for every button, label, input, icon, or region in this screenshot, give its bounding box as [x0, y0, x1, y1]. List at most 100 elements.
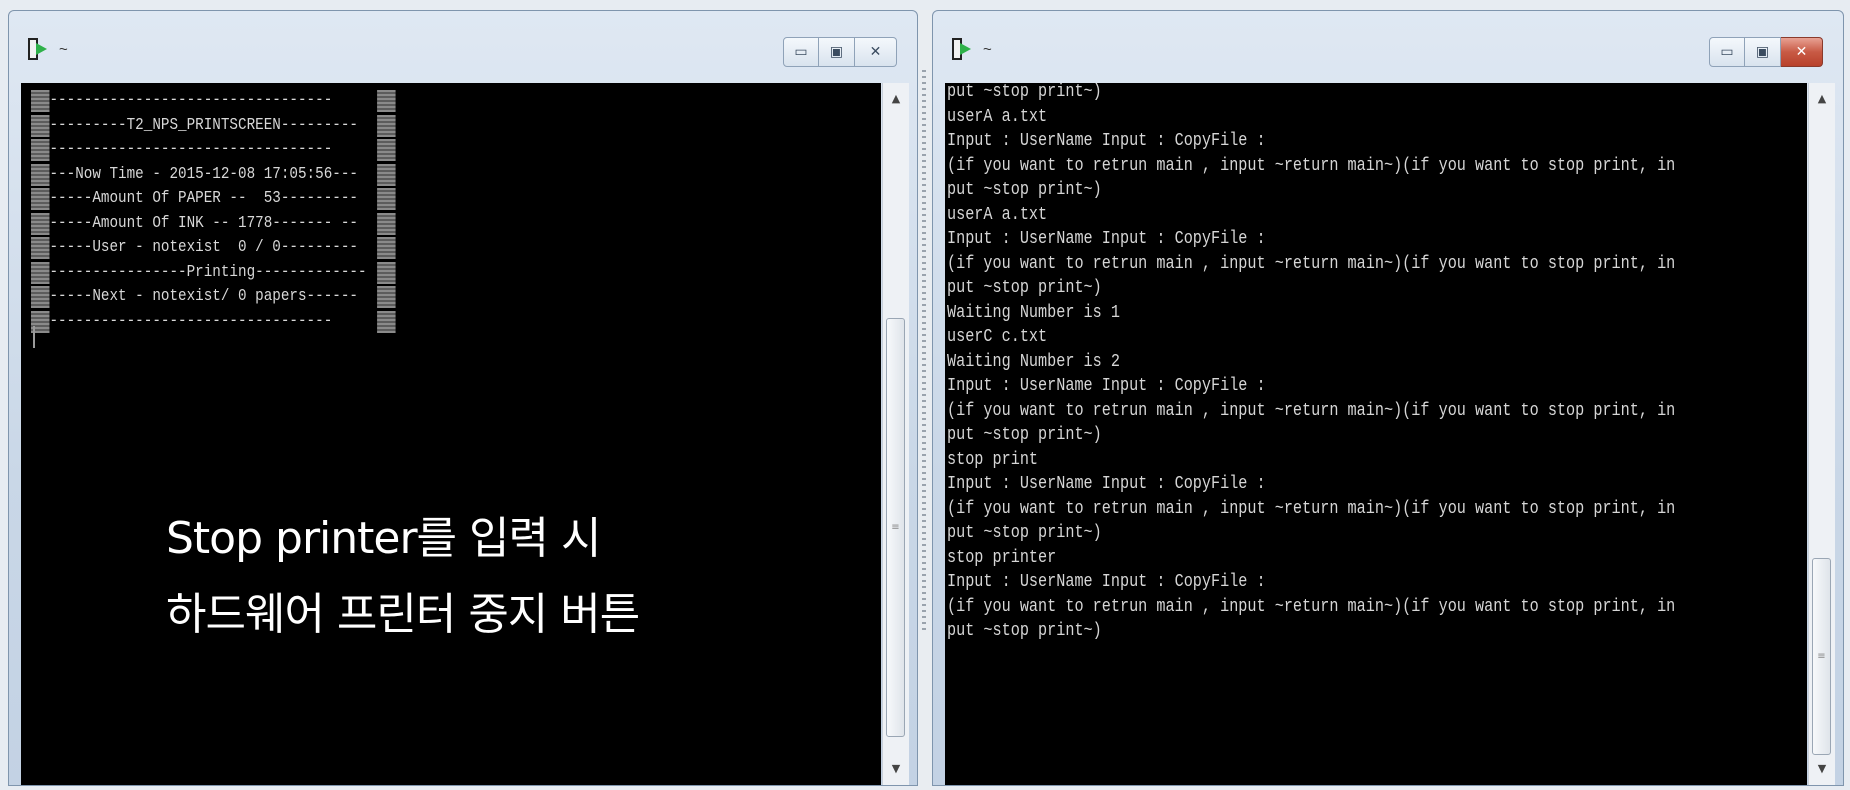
- block-glyph: [377, 139, 396, 161]
- window-controls: ▭ ▣ ✕: [1709, 37, 1823, 69]
- minimize-icon: ▭: [1720, 44, 1734, 60]
- maximize-icon: ▣: [1755, 44, 1770, 60]
- console-log: put ~stop print~) userA a.txt Input : User…: [947, 83, 1676, 644]
- banner-text: -----User - notexist 0 / 0---------: [49, 238, 358, 257]
- vertical-scrollbar[interactable]: ▲ ≡ ▼: [882, 83, 909, 785]
- banner-text: -----Amount Of PAPER -- 53---------: [49, 189, 358, 208]
- console-area[interactable]: put ~stop print~) userA a.txt Input : User…: [945, 83, 1807, 785]
- banner-line: -----User - notexist 0 / 0---------: [31, 236, 402, 261]
- log-line: userA a.txt: [947, 105, 1048, 127]
- scroll-up-arrow-icon[interactable]: ▲: [883, 87, 909, 111]
- block-glyph: [31, 286, 50, 308]
- log-line: (if you want to retrun main , input ~ret…: [947, 497, 1676, 519]
- banner-line: -----Amount Of PAPER -- 53---------: [31, 187, 402, 212]
- text-cursor: [33, 326, 35, 348]
- banner-text: -----Next - notexist/ 0 papers------: [49, 287, 358, 306]
- banner-line: -----Next - notexist/ 0 papers------: [31, 285, 402, 310]
- banner-line: ---------T2_NPS_PRINTSCREEN---------: [31, 114, 402, 139]
- banner-text: ---------------------------------: [49, 91, 333, 110]
- annotation-line-1: Stop printer를 입력 시: [166, 513, 601, 564]
- window-title: ~: [59, 41, 68, 58]
- log-line: userC c.txt: [947, 326, 1048, 347]
- left-terminal-window: ~ ▭ ▣ ✕ --------------------------------…: [8, 10, 918, 786]
- title-bar[interactable]: ~ ▭ ▣ ✕: [9, 11, 917, 83]
- minimize-icon: ▭: [794, 44, 808, 60]
- annotation-line-2: 하드웨어 프린터 중지 버튼: [166, 589, 640, 640]
- log-line: stop print: [947, 448, 1039, 470]
- block-glyph: [377, 286, 396, 308]
- block-glyph: [377, 237, 396, 259]
- minimize-button[interactable]: ▭: [783, 37, 819, 67]
- scroll-down-arrow-icon[interactable]: ▼: [1809, 757, 1835, 781]
- minimize-button[interactable]: ▭: [1709, 37, 1745, 67]
- scroll-down-arrow-icon[interactable]: ▼: [883, 757, 909, 781]
- block-glyph: [377, 261, 396, 284]
- block-glyph: [377, 114, 396, 137]
- banner-line: ---Now Time - 2015-12-08 17:05:56---: [31, 163, 402, 188]
- banner-text: ----------------Printing-------------: [49, 262, 367, 282]
- grip-icon: ≡: [1817, 650, 1826, 662]
- block-glyph: [377, 212, 396, 235]
- log-line: (if you want to retrun main , input ~ret…: [947, 399, 1676, 421]
- close-icon: ✕: [1795, 44, 1808, 60]
- log-line: put ~stop print~): [947, 83, 1102, 102]
- vertical-scrollbar[interactable]: ▲ ≡ ▼: [1808, 83, 1835, 785]
- scrollbar-thumb[interactable]: ≡: [886, 318, 905, 737]
- block-glyph: [31, 163, 50, 186]
- log-line: (if you want to retrun main , input ~ret…: [947, 154, 1676, 176]
- maximize-button[interactable]: ▣: [1745, 37, 1781, 67]
- block-glyph: [31, 139, 50, 161]
- log-line: Input : UserName Input : CopyFile :: [947, 571, 1266, 592]
- scroll-up-arrow-icon[interactable]: ▲: [1809, 87, 1835, 111]
- maximize-button[interactable]: ▣: [819, 37, 855, 67]
- close-icon: ✕: [869, 44, 882, 60]
- log-line: userA a.txt: [947, 203, 1048, 225]
- log-line: put ~stop print~): [947, 277, 1102, 298]
- banner-line: ---------------------------------: [31, 310, 402, 335]
- terminal-app-icon: [28, 38, 47, 60]
- log-line: Input : UserName Input : CopyFile :: [947, 375, 1266, 396]
- banner-line: ---------------------------------: [31, 138, 402, 163]
- log-line: (if you want to retrun main , input ~ret…: [947, 252, 1676, 274]
- terminal-app-icon: [952, 38, 971, 60]
- log-line: put ~stop print~): [947, 424, 1102, 445]
- banner-line: -----Amount Of INK -- 1778------- --: [31, 212, 402, 237]
- log-line: stop printer: [947, 546, 1057, 568]
- banner-text: -----Amount Of INK -- 1778------- --: [49, 213, 358, 233]
- log-line: put ~stop print~): [947, 179, 1102, 200]
- window-controls: ▭ ▣ ✕: [783, 37, 897, 69]
- grip-icon: ≡: [891, 521, 900, 533]
- log-line: put ~stop print~): [947, 522, 1102, 543]
- maximize-icon: ▣: [829, 44, 844, 60]
- log-line: Waiting Number is 2: [947, 350, 1120, 372]
- annotation-overlay: Stop printer를 입력 시 하드웨어 프린터 중지 버튼: [166, 501, 640, 653]
- banner-line: ---------------------------------: [31, 89, 402, 114]
- scrollbar-thumb[interactable]: ≡: [1812, 558, 1831, 755]
- window-divider: [918, 10, 932, 790]
- log-line: Waiting Number is 1: [947, 301, 1120, 323]
- banner-text: ---------T2_NPS_PRINTSCREEN---------: [49, 115, 358, 135]
- banner-text: ---Now Time - 2015-12-08 17:05:56---: [49, 164, 358, 184]
- log-line: (if you want to retrun main , input ~ret…: [947, 595, 1676, 617]
- log-line: Input : UserName Input : CopyFile :: [947, 473, 1266, 494]
- log-line: put ~stop print~): [947, 620, 1102, 641]
- block-glyph: [31, 212, 50, 235]
- window-title: ~: [983, 41, 992, 58]
- log-line: Input : UserName Input : CopyFile :: [947, 228, 1266, 249]
- block-glyph: [31, 237, 50, 259]
- status-banner: --------------------------------- -------…: [31, 89, 402, 334]
- block-glyph: [377, 310, 396, 333]
- right-terminal-window: ~ ▭ ▣ ✕ put ~stop print~) userA a.txt Inpu…: [932, 10, 1844, 786]
- banner-line: ----------------Printing-------------: [31, 261, 402, 286]
- banner-text: ---------------------------------: [49, 311, 333, 331]
- block-glyph: [31, 90, 50, 112]
- close-button[interactable]: ✕: [855, 37, 897, 67]
- log-line: Input : UserName Input : CopyFile :: [947, 130, 1266, 151]
- close-button[interactable]: ✕: [1781, 37, 1823, 67]
- console-area[interactable]: --------------------------------- -------…: [21, 83, 881, 785]
- banner-text: ---------------------------------: [49, 140, 333, 159]
- block-glyph: [377, 188, 396, 210]
- block-glyph: [31, 261, 50, 284]
- block-glyph: [377, 90, 396, 112]
- title-bar[interactable]: ~ ▭ ▣ ✕: [933, 11, 1843, 83]
